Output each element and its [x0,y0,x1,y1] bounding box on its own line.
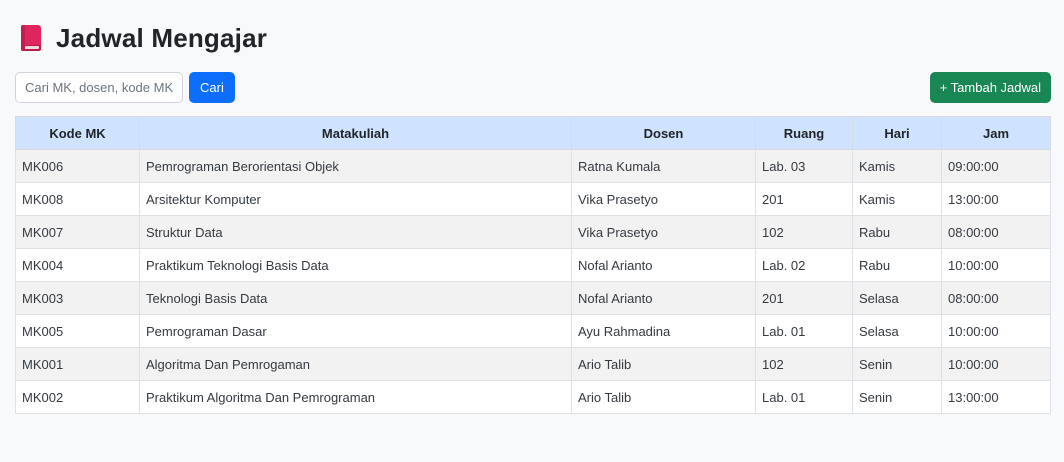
cell-hari: Kamis [852,149,942,183]
cell-hari: Rabu [852,215,942,249]
schedule-table: Kode MK Matakuliah Dosen Ruang Hari Jam … [15,116,1051,414]
cell-ruang: Lab. 02 [755,248,853,282]
cell-kode-mk: MK005 [15,314,140,348]
page-title: Jadwal Mengajar [56,22,268,53]
table-row[interactable]: MK004 Praktikum Teknologi Basis Data Nof… [15,248,1051,282]
cell-kode-mk: MK008 [15,182,140,216]
cell-jam: 08:00:00 [941,215,1051,249]
page: Jadwal Mengajar Cari + Tambah Jadwal Kod… [0,18,1064,462]
cell-matakuliah: Teknologi Basis Data [139,281,572,315]
table-row[interactable]: MK001 Algoritma Dan Pemrogaman Ario Tali… [15,347,1051,381]
cell-ruang: Lab. 03 [755,149,853,183]
cell-kode-mk: MK004 [15,248,140,282]
table-row[interactable]: MK006 Pemrograman Berorientasi Objek Rat… [15,149,1051,183]
cell-ruang: Lab. 01 [755,314,853,348]
cell-matakuliah: Algoritma Dan Pemrogaman [139,347,572,381]
cell-hari: Selasa [852,314,942,348]
add-schedule-button[interactable]: + Tambah Jadwal [929,71,1051,103]
column-header-matakuliah: Matakuliah [139,116,572,150]
cell-matakuliah: Praktikum Teknologi Basis Data [139,248,572,282]
column-header-kode-mk: Kode MK [15,116,140,150]
table-body: MK006 Pemrograman Berorientasi Objek Rat… [15,149,1051,414]
cell-kode-mk: MK002 [15,380,140,414]
cell-jam: 13:00:00 [941,182,1051,216]
column-header-ruang: Ruang [755,116,853,150]
table-row[interactable]: MK008 Arsitektur Komputer Vika Prasetyo … [15,182,1051,216]
cell-dosen: Vika Prasetyo [571,182,756,216]
cell-matakuliah: Arsitektur Komputer [139,182,572,216]
table-row[interactable]: MK003 Teknologi Basis Data Nofal Arianto… [15,281,1051,315]
cell-jam: 10:00:00 [941,347,1051,381]
cell-dosen: Ratna Kumala [571,149,756,183]
cell-matakuliah: Praktikum Algoritma Dan Pemrograman [139,380,572,414]
cell-kode-mk: MK003 [15,281,140,315]
cell-kode-mk: MK006 [15,149,140,183]
cell-hari: Senin [852,380,942,414]
table-row[interactable]: MK002 Praktikum Algoritma Dan Pemrograma… [15,380,1051,414]
search-input[interactable] [15,71,183,103]
cell-dosen: Ario Talib [571,347,756,381]
cell-matakuliah: Pemrograman Berorientasi Objek [139,149,572,183]
search-form: Cari [15,71,235,103]
cell-dosen: Vika Prasetyo [571,215,756,249]
cell-ruang: 102 [755,347,853,381]
cell-hari: Selasa [852,281,942,315]
column-header-hari: Hari [852,116,942,150]
cell-matakuliah: Struktur Data [139,215,572,249]
table-row[interactable]: MK007 Struktur Data Vika Prasetyo 102 Ra… [15,215,1051,249]
cell-jam: 10:00:00 [941,248,1051,282]
cell-ruang: 201 [755,182,853,216]
cell-dosen: Ayu Rahmadina [571,314,756,348]
column-header-dosen: Dosen [571,116,756,150]
cell-kode-mk: MK007 [15,215,140,249]
cell-ruang: Lab. 01 [755,380,853,414]
cell-ruang: 102 [755,215,853,249]
table-header: Kode MK Matakuliah Dosen Ruang Hari Jam [15,116,1051,150]
toolbar: Cari + Tambah Jadwal [15,71,1051,103]
cell-jam: 09:00:00 [941,149,1051,183]
cell-ruang: 201 [755,281,853,315]
cell-dosen: Ario Talib [571,380,756,414]
cell-dosen: Nofal Arianto [571,248,756,282]
cell-jam: 13:00:00 [941,380,1051,414]
cell-hari: Kamis [852,182,942,216]
cell-matakuliah: Pemrograman Dasar [139,314,572,348]
cell-jam: 08:00:00 [941,281,1051,315]
book-icon [20,24,42,52]
cell-hari: Senin [852,347,942,381]
cell-hari: Rabu [852,248,942,282]
page-header: Jadwal Mengajar [15,18,1051,58]
column-header-jam: Jam [941,116,1051,150]
cell-kode-mk: MK001 [15,347,140,381]
table-header-row: Kode MK Matakuliah Dosen Ruang Hari Jam [15,116,1051,150]
search-button[interactable]: Cari [189,71,235,103]
cell-jam: 10:00:00 [941,314,1051,348]
table-row[interactable]: MK005 Pemrograman Dasar Ayu Rahmadina La… [15,314,1051,348]
cell-dosen: Nofal Arianto [571,281,756,315]
